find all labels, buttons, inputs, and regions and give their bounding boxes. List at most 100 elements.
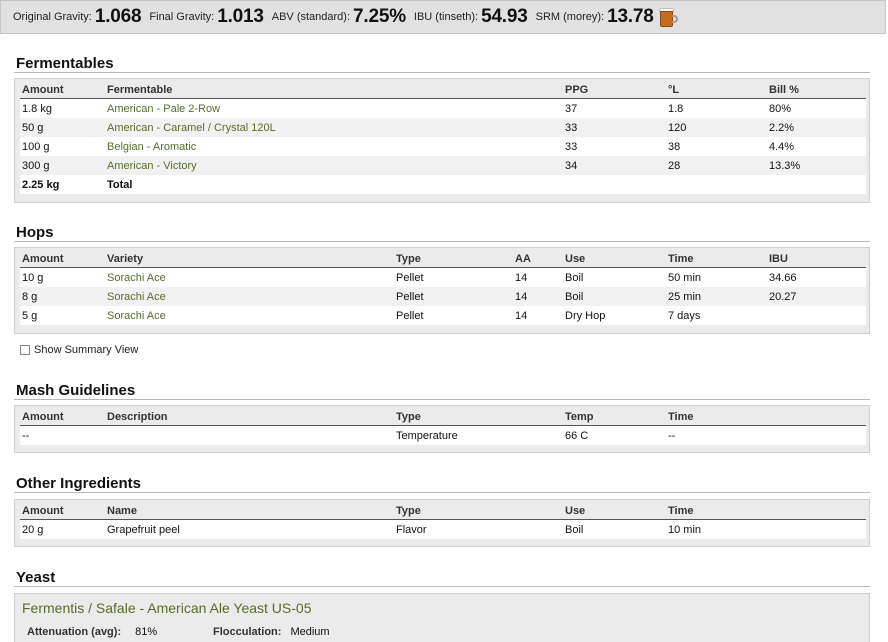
table-row: 10 g Sorachi Ace Pellet 14 Boil 50 min 3… xyxy=(20,267,866,287)
hop-variety-link[interactable]: Sorachi Ace xyxy=(105,267,394,287)
total-label: Total xyxy=(105,175,563,194)
summary-checkbox[interactable] xyxy=(20,345,30,355)
total-amount: 2.25 kg xyxy=(20,175,105,194)
ibu-label: IBU (tinseth): xyxy=(413,11,479,23)
time-cell: 7 days xyxy=(666,306,767,325)
col-description: Description xyxy=(105,409,394,426)
col-lovibond: °L xyxy=(666,82,767,99)
table-header-row: Amount Variety Type AA Use Time IBU xyxy=(20,251,866,268)
bill-cell: 80% xyxy=(767,98,866,118)
col-amount: Amount xyxy=(20,251,105,268)
col-time: Time xyxy=(666,503,866,520)
og-value: 1.068 xyxy=(94,6,142,27)
col-use: Use xyxy=(563,251,666,268)
ppg-cell: 34 xyxy=(563,156,666,175)
col-type: Type xyxy=(394,409,563,426)
lovibond-cell: 1.8 xyxy=(666,98,767,118)
time-cell: -- xyxy=(666,425,866,445)
fermentables-heading: Fermentables xyxy=(16,55,114,72)
fermentables-panel: Amount Fermentable PPG °L Bill % 1.8 kg … xyxy=(14,78,870,203)
total-row: 2.25 kg Total xyxy=(20,175,866,194)
attenuation-label: Attenuation (avg): xyxy=(27,626,122,638)
col-bill-percent: Bill % xyxy=(767,82,866,99)
yeast-name-link[interactable]: Fermentis / Safale - American Ale Yeast … xyxy=(22,600,311,616)
srm-label: SRM (morey): xyxy=(535,11,605,23)
description-cell xyxy=(105,425,394,445)
table-row: 8 g Sorachi Ace Pellet 14 Boil 25 min 20… xyxy=(20,287,866,306)
hops-table: Amount Variety Type AA Use Time IBU 10 g… xyxy=(20,251,866,325)
ibu-value: 54.93 xyxy=(481,6,528,27)
bill-cell: 4.4% xyxy=(767,137,866,156)
fermentable-link[interactable]: American - Victory xyxy=(105,156,563,175)
fermentable-link[interactable]: American - Caramel / Crystal 120L xyxy=(105,118,563,137)
fermentables-table: Amount Fermentable PPG °L Bill % 1.8 kg … xyxy=(20,82,866,194)
table-row: 5 g Sorachi Ace Pellet 14 Dry Hop 7 days xyxy=(20,306,866,325)
yeast-heading: Yeast xyxy=(16,569,56,586)
section-divider xyxy=(14,241,870,242)
aa-cell: 14 xyxy=(513,287,563,306)
lovibond-cell: 120 xyxy=(666,118,767,137)
section-divider xyxy=(14,399,870,400)
other-ingredients-heading: Other Ingredients xyxy=(16,475,142,492)
fermentable-link[interactable]: American - Pale 2-Row xyxy=(105,98,563,118)
ibu-cell: 34.66 xyxy=(767,267,866,287)
table-row: 100 g Belgian - Aromatic 33 38 4.4% xyxy=(20,137,866,156)
temp-cell: 66 C xyxy=(563,425,666,445)
col-amount: Amount xyxy=(20,82,105,99)
ppg-cell: 33 xyxy=(563,118,666,137)
lovibond-cell: 28 xyxy=(666,156,767,175)
show-summary-toggle[interactable]: Show Summary View xyxy=(20,344,138,356)
col-aa: AA xyxy=(513,251,563,268)
ppg-cell: 37 xyxy=(563,98,666,118)
use-cell: Dry Hop xyxy=(563,306,666,325)
fg-label: Final Gravity: xyxy=(149,11,215,23)
mash-panel: Amount Description Type Temp Time -- Tem… xyxy=(14,405,870,453)
flocculation-label: Flocculation: xyxy=(213,626,282,638)
type-cell: Flavor xyxy=(394,519,563,539)
hops-heading: Hops xyxy=(16,224,54,241)
hop-variety-link[interactable]: Sorachi Ace xyxy=(105,287,394,306)
col-temp: Temp xyxy=(563,409,666,426)
col-ibu: IBU xyxy=(767,251,866,268)
amount-cell: -- xyxy=(20,425,105,445)
section-divider xyxy=(14,72,870,73)
hops-panel: Amount Variety Type AA Use Time IBU 10 g… xyxy=(14,247,870,334)
bill-cell: 13.3% xyxy=(767,156,866,175)
use-cell: Boil xyxy=(563,267,666,287)
type-cell: Pellet xyxy=(394,306,513,325)
use-cell: Boil xyxy=(563,519,666,539)
col-ppg: PPG xyxy=(563,82,666,99)
yeast-panel: Fermentis / Safale - American Ale Yeast … xyxy=(14,593,870,642)
col-variety: Variety xyxy=(105,251,394,268)
fg-value: 1.013 xyxy=(217,6,264,27)
aa-cell: 14 xyxy=(513,267,563,287)
col-fermentable: Fermentable xyxy=(105,82,563,99)
table-row: 50 g American - Caramel / Crystal 120L 3… xyxy=(20,118,866,137)
amount-cell: 10 g xyxy=(20,267,105,287)
fermentable-link[interactable]: Belgian - Aromatic xyxy=(105,137,563,156)
summary-toggle-label: Show Summary View xyxy=(34,344,139,356)
amount-cell: 1.8 kg xyxy=(20,98,105,118)
amount-cell: 5 g xyxy=(20,306,105,325)
table-row: 20 g Grapefruit peel Flavor Boil 10 min xyxy=(20,519,866,539)
name-cell: Grapefruit peel xyxy=(105,519,394,539)
type-cell: Temperature xyxy=(394,425,563,445)
time-cell: 50 min xyxy=(666,267,767,287)
amount-cell: 100 g xyxy=(20,137,105,156)
section-divider xyxy=(14,492,870,493)
ppg-cell: 33 xyxy=(563,137,666,156)
col-time: Time xyxy=(666,251,767,268)
use-cell: Boil xyxy=(563,287,666,306)
og-label: Original Gravity: xyxy=(13,11,92,23)
mash-table: Amount Description Type Temp Time -- Tem… xyxy=(20,409,866,445)
abv-value: 7.25% xyxy=(353,6,406,27)
col-name: Name xyxy=(105,503,394,520)
abv-label: ABV (standard): xyxy=(271,11,351,23)
other-ingredients-panel: Amount Name Type Use Time 20 g Grapefrui… xyxy=(14,499,870,547)
aa-cell: 14 xyxy=(513,306,563,325)
lovibond-cell: 38 xyxy=(666,137,767,156)
hop-variety-link[interactable]: Sorachi Ace xyxy=(105,306,394,325)
table-row: 300 g American - Victory 34 28 13.3% xyxy=(20,156,866,175)
bill-cell: 2.2% xyxy=(767,118,866,137)
col-time: Time xyxy=(666,409,866,426)
